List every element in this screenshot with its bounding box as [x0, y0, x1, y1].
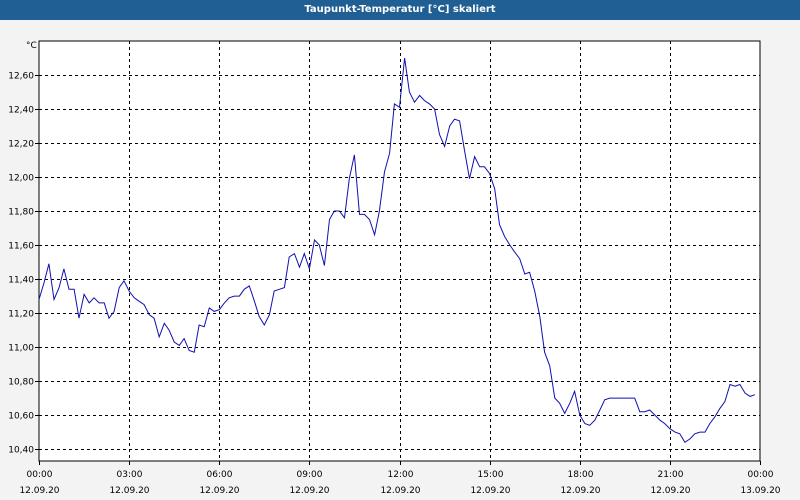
- y-tick-label: 11,20: [8, 310, 34, 320]
- x-tick-date-label: 12.09.20: [199, 486, 239, 496]
- y-tick-label: 12,40: [8, 106, 34, 116]
- x-tick-time-label: 00:00: [748, 470, 774, 480]
- x-tick-time-label: 15:00: [478, 470, 504, 480]
- x-axis-ticks: 00:00 12.09.20 03:00 12.09.20 06:00 12.09.20 0…: [19, 461, 781, 496]
- x-tick-time-label: 00:00: [27, 470, 53, 480]
- x-tick-time-label: 06:00: [207, 470, 233, 480]
- x-tick-date-label: 12.09.20: [109, 486, 149, 496]
- x-tick-date-label: 12.09.20: [560, 486, 600, 496]
- y-tick-label: 12,00: [8, 174, 34, 184]
- x-tick-date-label: 13.09.20: [740, 486, 780, 496]
- y-tick-label: 10,80: [8, 378, 34, 388]
- y-tick-label: 11,40: [8, 276, 34, 286]
- x-tick-time-label: 21:00: [658, 470, 684, 480]
- x-tick-time-label: 03:00: [117, 470, 143, 480]
- y-tick-label: 11,00: [8, 344, 34, 354]
- y-tick-label: 10,60: [8, 412, 34, 422]
- x-tick-time-label: 09:00: [297, 470, 323, 480]
- x-tick-date-label: 12.09.20: [650, 486, 690, 496]
- y-tick-label: 11,80: [8, 208, 34, 218]
- y-axis-ticks: 10,40 10,60 10,80 11,00 11,20 11,40 11,60 11,80…: [8, 72, 39, 456]
- y-tick-label: 12,60: [8, 72, 34, 82]
- chart-window: Taupunkt-Temperatur [°C] skaliert °C 10,…: [0, 0, 800, 500]
- y-tick-label: 11,60: [8, 242, 34, 252]
- y-tick-label: 10,40: [8, 446, 34, 456]
- y-tick-label: 12,20: [8, 140, 34, 150]
- x-tick-time-label: 18:00: [568, 470, 594, 480]
- x-tick-date-label: 12.09.20: [289, 486, 329, 496]
- x-tick-date-label: 12.09.20: [470, 486, 510, 496]
- chart-area: °C 10,40 10,60 10,80 11,00 11,20 11,40 11,60 11…: [8, 40, 781, 496]
- x-tick-date-label: 12.09.20: [19, 486, 59, 496]
- x-tick-date-label: 12.09.20: [380, 486, 420, 496]
- y-axis-unit-label: °C: [26, 41, 37, 51]
- x-tick-time-label: 12:00: [388, 470, 414, 480]
